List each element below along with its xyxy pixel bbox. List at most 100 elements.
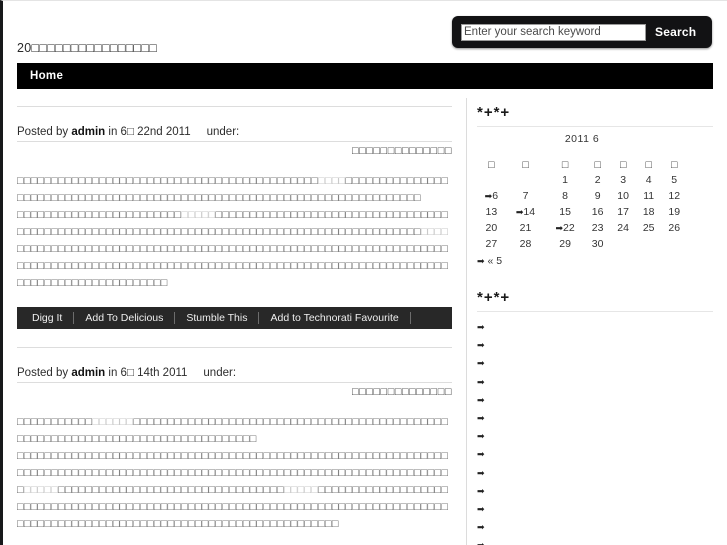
post-meta: Posted by admin in 6□ 22nd 2011 under:	[17, 107, 452, 142]
calendar-day-cell: 4	[645, 174, 652, 186]
calendar-prev-month-link[interactable]: « 5	[487, 255, 502, 267]
post-under-label: under:	[206, 126, 240, 138]
calendar-empty-cell	[610, 236, 636, 252]
calendar-day-cell: 21	[519, 222, 532, 234]
weekday-header: □	[671, 158, 678, 171]
post-body-text: □□□□□□□□□□□□□□□□□□□□□□□□□□□□□□□□□□□□□□□□…	[17, 175, 319, 187]
search-input[interactable]	[461, 23, 646, 41]
post-body: □□□□□□□□□□□□□□□□□□□□□□□□□□□□□□□□□□□□□□□□…	[17, 398, 452, 533]
calendar-day-cell: 7	[522, 190, 529, 202]
calendar-week-row: 27 28 29 30	[477, 236, 687, 252]
page-root: Search 20□□□□□□□□□□□□□□□□ Home Posted by…	[0, 0, 727, 545]
calendar-day-cell: 17	[617, 206, 629, 218]
calendar-day-link[interactable]: 22	[563, 222, 575, 234]
calendar-day-link[interactable]: 6	[492, 190, 498, 202]
right-arrow-icon: ➡	[477, 322, 485, 332]
search-box[interactable]: Search	[452, 16, 712, 48]
calendar-empty-cell	[506, 172, 546, 188]
calendar-week-row: ➡6 7 8 9 10 11 12	[477, 188, 687, 204]
post-author-link[interactable]: admin	[71, 367, 105, 379]
calendar-day-cell: 27	[485, 238, 498, 250]
recent-post-item[interactable]: ➡	[477, 500, 713, 518]
share-bar: Digg It Add To Delicious Stumble This Ad…	[17, 307, 452, 329]
calendar-day-link-cell[interactable]: ➡6	[477, 188, 506, 204]
main-navigation: Home	[17, 63, 713, 89]
post-body: □□□□□□□□□□□□□□□□□□□□□□□□□□□□□□□□□□□□□□□□…	[17, 157, 452, 292]
post-body-link[interactable]: □□□□	[318, 175, 345, 187]
recent-post-item[interactable]: ➡	[477, 373, 713, 391]
calendar-day-link-cell[interactable]: ➡14	[506, 204, 546, 220]
post-article: Posted by admin in 6□ 22nd 2011 under: □□…	[17, 107, 452, 329]
share-delicious-button[interactable]: Add To Delicious	[74, 312, 176, 324]
post-body-link[interactable]: □□□□□	[24, 484, 58, 496]
calendar-day-cell: 19	[668, 206, 681, 218]
weekday-header: □	[619, 158, 627, 171]
calendar-widget: *+*+ 2011 6 □ □ □ □ □ □ □ 1 2 3 4 5 ➡6 7…	[477, 104, 713, 267]
recent-post-item[interactable]: ➡	[477, 354, 713, 372]
calendar-day-cell: 16	[591, 206, 604, 218]
right-arrow-icon: ➡	[555, 223, 563, 233]
calendar-day-cell: 18	[642, 206, 655, 218]
recent-post-item[interactable]: ➡	[477, 482, 713, 500]
calendar-week-row: 13 ➡14 15 16 17 18 19	[477, 204, 687, 220]
calendar-day-cell: 24	[617, 222, 629, 234]
calendar-week-row: 20 21 ➡22 23 24 25 26	[477, 220, 687, 236]
recent-posts-widget-title: *+*+	[477, 289, 713, 312]
post-body-link[interactable]: □□□□□	[284, 484, 318, 496]
nav-item-home[interactable]: Home	[17, 63, 76, 89]
share-stumble-button[interactable]: Stumble This	[175, 312, 260, 324]
right-arrow-icon: ➡	[477, 485, 485, 496]
weekday-header: □	[488, 158, 495, 171]
calendar-day-link-cell[interactable]: ➡22	[545, 220, 585, 236]
post-title-link[interactable]: □□□□□□□□□□□□□□	[17, 383, 452, 398]
weekday-header: □	[594, 158, 601, 171]
post-body-link[interactable]: □□□□□	[181, 209, 215, 221]
recent-posts-list: ➡➡➡➡➡➡➡➡➡➡➡➡➡➡	[477, 318, 713, 545]
recent-post-item[interactable]: ➡	[477, 427, 713, 445]
calendar-day-cell: 28	[519, 238, 532, 250]
right-arrow-icon: ➡	[477, 376, 485, 387]
calendar-day-cell: 15	[559, 206, 571, 218]
post-body-text: □□□□□□□□□□□□□□□□□□□□□□□□	[17, 209, 182, 221]
right-arrow-icon: ➡	[477, 503, 485, 514]
calendar-week-row: 1 2 3 4 5	[477, 172, 687, 188]
calendar-day-cell: 13	[485, 206, 498, 218]
post-body-text: □□□□□□□□□□□□□□□□□□□□□□□□□□□□□□□□□□□□□□□□…	[17, 243, 449, 289]
recent-post-item[interactable]: ➡	[477, 464, 713, 482]
post-meta-prefix: Posted by	[17, 126, 72, 138]
right-arrow-icon: ➡	[477, 412, 485, 423]
right-arrow-icon: ➡	[477, 340, 485, 351]
weekday-header: □	[645, 158, 652, 171]
search-button[interactable]: Search	[655, 25, 696, 39]
recent-post-item[interactable]: ➡	[477, 536, 713, 545]
right-arrow-icon: ➡	[477, 449, 485, 460]
weekday-header: □	[522, 158, 529, 171]
calendar-day-cell: 5	[671, 174, 678, 186]
calendar-day-cell: 9	[594, 190, 601, 202]
recent-posts-widget: *+*+ ➡➡➡➡➡➡➡➡➡➡➡➡➡➡	[477, 289, 713, 545]
recent-post-item[interactable]: ➡	[477, 391, 713, 409]
post-body-link[interactable]: □□□□□□	[92, 416, 133, 428]
calendar-day-cell: 26	[668, 222, 681, 234]
calendar-day-cell: 25	[642, 222, 655, 234]
post-body-link[interactable]: □□□□	[421, 226, 448, 238]
share-technorati-button[interactable]: Add to Technorati Favourite	[259, 312, 411, 324]
recent-post-item[interactable]: ➡	[477, 518, 713, 536]
post-article: Posted by admin in 6□ 14th 2011 under: □□…	[17, 348, 452, 533]
post-meta: Posted by admin in 6□ 14th 2011 under:	[17, 348, 452, 383]
calendar-day-cell: 3	[620, 174, 627, 186]
post-title-link[interactable]: □□□□□□□□□□□□□□	[17, 142, 452, 157]
page-columns: Posted by admin in 6□ 22nd 2011 under: □□…	[3, 89, 727, 545]
calendar-day-link[interactable]: 14	[523, 206, 535, 218]
post-author-link[interactable]: admin	[71, 126, 105, 138]
share-digg-button[interactable]: Digg It	[21, 312, 75, 324]
calendar-day-cell: 10	[617, 190, 629, 202]
site-title: 20□□□□□□□□□□□□□□□□	[17, 41, 158, 55]
recent-post-item[interactable]: ➡	[477, 409, 713, 427]
recent-post-item[interactable]: ➡	[477, 336, 713, 354]
calendar-table: 2011 6 □ □ □ □ □ □ □ 1 2 3 4 5 ➡6 7 8 9 10 11 12 13 ➡…	[477, 133, 687, 252]
recent-post-item[interactable]: ➡	[477, 445, 713, 463]
calendar-day-cell: 12	[668, 190, 681, 202]
recent-post-item[interactable]: ➡	[477, 318, 713, 336]
post-date: in 6□ 22nd 2011	[105, 126, 191, 138]
